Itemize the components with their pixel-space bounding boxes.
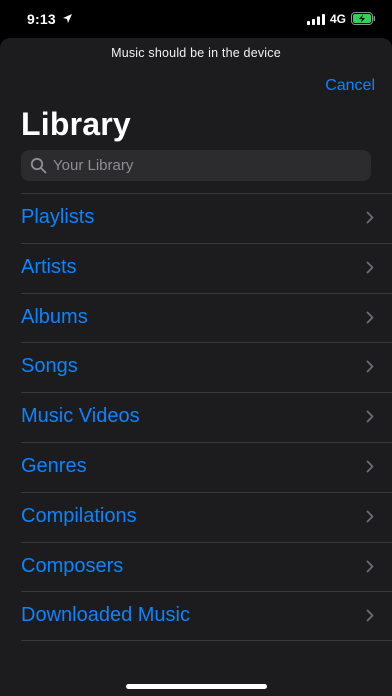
list-item-label: Music Videos bbox=[21, 405, 140, 428]
chevron-right-icon bbox=[366, 211, 374, 224]
list-item-label: Composers bbox=[21, 554, 124, 577]
status-time: 9:13 bbox=[27, 11, 56, 27]
chevron-right-icon bbox=[366, 560, 374, 572]
list-item-label: Playlists bbox=[21, 206, 95, 228]
home-indicator[interactable] bbox=[126, 684, 267, 689]
list-item-songs[interactable]: Songs bbox=[0, 342, 392, 392]
list-item-label: Albums bbox=[21, 305, 88, 328]
list-item-genres[interactable]: Genres bbox=[0, 441, 392, 492]
status-bar: 9:13 4G bbox=[0, 0, 392, 38]
page-title: Library bbox=[21, 106, 131, 142]
list-item-artists[interactable]: Artists bbox=[0, 242, 392, 293]
chevron-right-icon bbox=[366, 510, 374, 523]
list-item-label: Artists bbox=[21, 255, 77, 278]
chevron-right-icon bbox=[366, 360, 374, 373]
cellular-signal-icon bbox=[307, 14, 325, 25]
chevron-right-icon bbox=[366, 460, 374, 473]
chevron-right-icon bbox=[366, 261, 374, 274]
prompt-text: Music should be in the device bbox=[111, 46, 281, 60]
search-input[interactable]: Your Library bbox=[53, 150, 363, 181]
search-bar[interactable]: Your Library bbox=[21, 150, 371, 181]
list-item-composers[interactable]: Composers bbox=[0, 541, 392, 592]
battery-charging-icon bbox=[351, 12, 376, 25]
list-item-label: Compilations bbox=[21, 504, 137, 527]
list-item-playlists[interactable]: Playlists bbox=[0, 193, 392, 243]
chevron-right-icon bbox=[366, 311, 374, 323]
list-item-music-videos[interactable]: Music Videos bbox=[0, 392, 392, 442]
list-item-label: Genres bbox=[21, 454, 87, 477]
list-item-albums[interactable]: Albums bbox=[0, 292, 392, 343]
chevron-right-icon bbox=[366, 609, 374, 622]
list-item-compilations[interactable]: Compilations bbox=[0, 491, 392, 542]
network-label: 4G bbox=[330, 12, 347, 26]
library-list: Playlists Artists Albums Songs Music Vid… bbox=[0, 193, 392, 641]
screen: 9:13 4G Music should be in the device Ca… bbox=[0, 0, 392, 696]
search-icon bbox=[30, 157, 47, 174]
cancel-button[interactable]: Cancel bbox=[325, 77, 375, 95]
location-arrow-icon bbox=[63, 14, 72, 23]
library-picker-sheet: Music should be in the device Cancel Lib… bbox=[0, 38, 392, 696]
list-item-downloaded-music[interactable]: Downloaded Music bbox=[0, 591, 392, 641]
list-item-label: Songs bbox=[21, 355, 78, 378]
list-item-label: Downloaded Music bbox=[21, 604, 190, 627]
chevron-right-icon bbox=[366, 410, 374, 423]
